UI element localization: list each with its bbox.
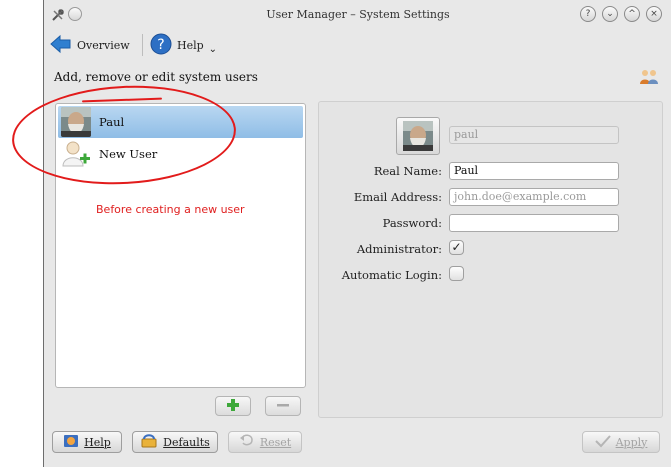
reset-button-label: Reset: [259, 435, 292, 449]
maximize-button[interactable]: ^: [624, 6, 640, 22]
remove-user-button[interactable]: [265, 396, 301, 416]
toolbar-separator: [142, 34, 143, 56]
help-book-icon: [63, 433, 79, 452]
email-placeholder: john.doe@example.com: [454, 190, 587, 203]
title-bar: User Manager – System Settings ? ⌄ ^ ×: [44, 0, 671, 28]
window-title: User Manager – System Settings: [266, 8, 450, 21]
password-label: Password:: [382, 216, 442, 230]
annotation-note: Before creating a new user: [96, 203, 245, 216]
back-arrow-icon: [50, 34, 72, 57]
help-button-label: Help: [84, 435, 111, 449]
real-name-label: Real Name:: [373, 164, 442, 178]
toolbar: Overview ? Help ⌄: [44, 30, 671, 60]
administrator-checkbox[interactable]: ✓: [449, 240, 464, 255]
user-photo-icon: [403, 121, 433, 151]
minimize-button[interactable]: ⌄: [602, 6, 618, 22]
add-user-button[interactable]: [215, 396, 251, 416]
overview-label: Overview: [77, 38, 130, 52]
close-button[interactable]: ×: [646, 6, 662, 22]
checkmark-icon: [594, 434, 611, 451]
plus-icon: [226, 398, 240, 415]
real-name-field[interactable]: Paul: [449, 162, 619, 180]
defaults-button[interactable]: Defaults: [132, 431, 218, 453]
user-manager-window: User Manager – System Settings ? ⌄ ^ × O…: [43, 0, 671, 467]
reset-button[interactable]: Reset: [228, 431, 302, 453]
help-menu-button[interactable]: ? Help ⌄: [150, 32, 217, 58]
email-field[interactable]: john.doe@example.com: [449, 188, 619, 206]
svg-text:?: ?: [157, 37, 164, 53]
minus-icon: [276, 398, 290, 415]
reset-icon: [239, 434, 255, 451]
auto-login-checkbox[interactable]: [449, 266, 464, 281]
avatar-picker-button[interactable]: [396, 117, 440, 155]
help-icon: ?: [150, 33, 172, 58]
administrator-label: Administrator:: [356, 242, 442, 256]
apply-button[interactable]: Apply: [582, 431, 660, 453]
users-icon: [639, 68, 659, 86]
user-details-panel: [318, 101, 663, 418]
help-window-button[interactable]: ?: [580, 6, 596, 22]
password-field[interactable]: [449, 214, 619, 232]
defaults-button-label: Defaults: [163, 435, 210, 449]
page-subtitle: Add, remove or edit system users: [54, 70, 258, 84]
chevron-down-icon: ⌄: [208, 43, 218, 55]
email-label: Email Address:: [353, 190, 442, 204]
undo-icon: [140, 433, 158, 452]
help-label: Help: [177, 38, 204, 52]
username-field[interactable]: paul: [449, 126, 619, 144]
overview-button[interactable]: Overview: [50, 32, 130, 58]
apply-button-label: Apply: [615, 435, 648, 449]
help-button[interactable]: Help: [52, 431, 122, 453]
auto-login-label: Automatic Login:: [341, 268, 442, 282]
